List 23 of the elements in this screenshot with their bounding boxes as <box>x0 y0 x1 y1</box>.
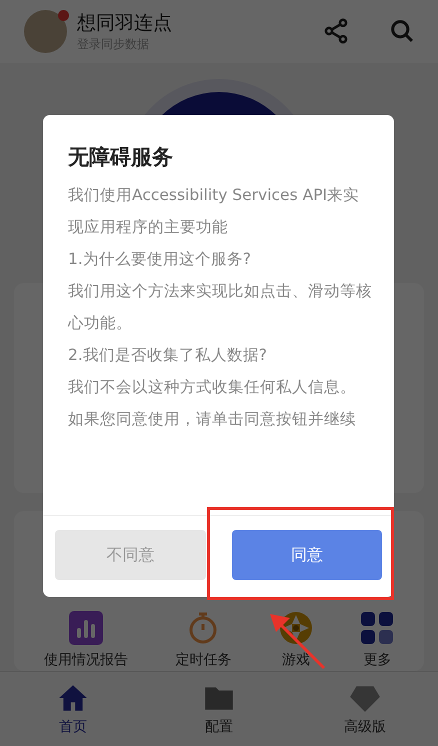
avatar[interactable] <box>24 10 67 53</box>
share-icon[interactable] <box>322 17 350 46</box>
dialog-title: 无障碍服务 <box>66 144 174 171</box>
dialog-text: 如果您同意使用，请单击同意按钮并继续 <box>68 409 357 430</box>
agree-button[interactable]: 同意 <box>232 530 382 580</box>
nav-tab[interactable]: 首页 <box>28 682 118 736</box>
nav-tab[interactable]: 高级版 <box>320 682 410 736</box>
dialog-text: 我们不会以这种方式收集任何私人信息。 <box>68 377 357 398</box>
tool-label[interactable]: 使用情况报告 <box>44 650 128 669</box>
dialog-text: 我们使用Accessibility Services API来实现应用程序的主要功能 <box>68 185 360 238</box>
nav-tab[interactable]: 配置 <box>174 682 264 736</box>
wheel-icon[interactable] <box>278 610 313 645</box>
dialog-text: 我们用这个方法来实现比如点击、滑动等核心功能。 <box>68 281 373 334</box>
user-name[interactable]: 想同羽连点 <box>77 10 284 36</box>
grid-icon[interactable] <box>360 610 394 645</box>
tool-label[interactable]: 更多 <box>363 650 392 669</box>
tool-label[interactable]: 游戏 <box>282 650 310 669</box>
dialog-text: 2.我们是否收集了私人数据? <box>68 345 268 366</box>
decline-button[interactable]: 不同意 <box>55 530 206 580</box>
dialog-text: 1.为什么要使用这个服务? <box>68 249 252 270</box>
tool-label[interactable]: 定时任务 <box>175 650 232 669</box>
annotation-arrow <box>268 612 328 672</box>
bar-chart-icon[interactable] <box>68 610 103 645</box>
